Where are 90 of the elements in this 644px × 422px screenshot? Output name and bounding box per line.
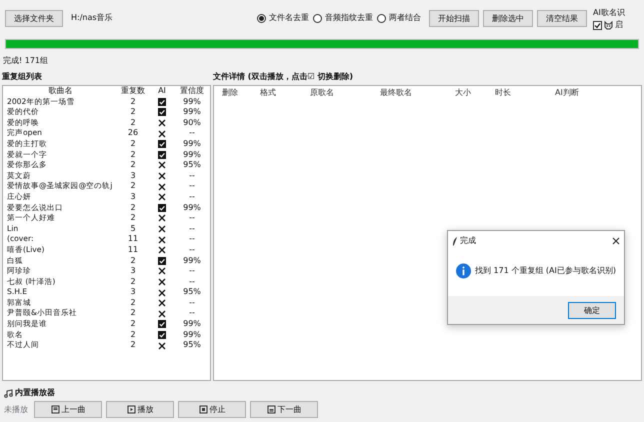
confidence-cell-text: 99%	[182, 319, 202, 330]
confidence-cell-text: --	[188, 244, 196, 256]
count-cell-text: 2	[129, 256, 137, 266]
confidence-cell-text: 90%	[182, 118, 202, 128]
column-header[interactable]: 歌曲名	[5, 86, 116, 97]
music-note-icon	[4, 388, 13, 398]
count-cell-text: 2	[129, 213, 137, 224]
column-header[interactable]: 置信度	[174, 86, 210, 97]
count-cell-text: 2	[129, 118, 137, 128]
close-icon[interactable]	[612, 237, 620, 245]
ok-button[interactable]: 确定	[568, 302, 616, 318]
start-scan-button[interactable]: 开始扫描	[429, 10, 479, 26]
column-header[interactable]: 删除	[222, 86, 260, 99]
status-text: 完成! 171组	[2, 55, 50, 67]
confidence-cell-text: --	[188, 224, 196, 234]
count-cell-text: 11	[126, 244, 140, 256]
column-header[interactable]: 最终歌名	[380, 86, 455, 99]
count-cell-text: 26	[126, 128, 140, 139]
column-header[interactable]: 重复数	[116, 86, 150, 97]
player-state: 未播放	[4, 404, 28, 416]
column-header[interactable]: 原歌名	[310, 86, 380, 99]
clear-results-button[interactable]: 清空结果	[537, 10, 587, 26]
confidence-cell-text: 99%	[182, 96, 202, 108]
play-button[interactable]: 播放	[106, 401, 174, 418]
delete-selected-button[interactable]: 删除选中	[483, 10, 533, 26]
mode-radio[interactable]: 音频指纹去重	[313, 12, 373, 24]
count-cell-text: 2	[129, 107, 137, 118]
column-header[interactable]: 格式	[260, 86, 310, 99]
dialog-title: 完成	[460, 235, 477, 247]
count-cell-text: 2	[129, 138, 137, 150]
count-cell-text: 5	[129, 224, 137, 234]
count-cell-text: 2	[129, 160, 137, 171]
prev-icon	[50, 405, 60, 414]
count-cell-text: 2	[129, 298, 137, 308]
count-cell-text: 3	[129, 170, 137, 182]
count-cell-text: 3	[129, 287, 137, 298]
confidence-cell-text: --	[188, 192, 196, 203]
count-cell-text: 3	[129, 192, 137, 203]
confidence-cell-text: --	[188, 234, 196, 245]
folder-path: H:/nas音乐	[71, 12, 114, 24]
confidence-cell-text: 99%	[182, 256, 202, 266]
confidence-cell-text: 99%	[182, 202, 202, 214]
confidence-cell-text: 95%	[182, 340, 202, 351]
count-cell-text: 3	[129, 266, 137, 277]
ai-group-title: AI歌名识	[593, 7, 625, 19]
mode-radio[interactable]: 两者结合	[377, 12, 421, 24]
count-cell-text: 2	[129, 96, 137, 108]
info-icon	[456, 263, 472, 279]
confidence-cell-text: --	[188, 266, 196, 277]
count-cell-text: 2	[129, 181, 137, 192]
confidence-cell-text: --	[188, 308, 196, 320]
count-cell-text: 2	[129, 276, 137, 288]
play-icon	[126, 405, 136, 414]
column-header[interactable]: 时长	[495, 86, 555, 99]
checkbox-label: 启	[615, 19, 623, 31]
panel-title: 文件详情 (双击播放，点击☑ 切换删除)	[213, 71, 354, 83]
player-title: 内置播放器	[15, 387, 55, 399]
confidence-cell-text: --	[188, 181, 196, 192]
confidence-cell-text: 99%	[182, 150, 202, 160]
feather-icon	[452, 236, 458, 246]
confidence-cell-text: --	[188, 170, 196, 182]
count-cell-text: 2	[129, 319, 137, 330]
count-cell-text: 2	[129, 340, 137, 351]
confidence-cell-text: 99%	[182, 138, 202, 150]
count-cell-text: 2	[129, 150, 137, 160]
stop-icon	[198, 405, 208, 414]
count-cell-text: 11	[126, 234, 140, 245]
mode-radio[interactable]: 文件名去重	[257, 12, 309, 24]
confidence-cell-text: 95%	[182, 287, 202, 298]
count-cell-text: 2	[129, 308, 137, 320]
confidence-cell-text: 99%	[182, 330, 202, 340]
column-header[interactable]: AI判断	[555, 86, 625, 99]
next-button[interactable]: 下一曲	[250, 401, 318, 418]
stop-button[interactable]: 停止	[178, 401, 246, 418]
column-header[interactable]: AI	[150, 86, 174, 97]
confidence-cell-text: --	[188, 276, 196, 288]
panel-title: 重复组列表	[2, 71, 43, 83]
confidence-cell-text: --	[188, 213, 196, 224]
column-header[interactable]: 大小	[455, 86, 495, 99]
confidence-cell-text: --	[188, 298, 196, 308]
previous-button[interactable]: 上一曲	[34, 401, 102, 418]
count-cell-text: 2	[129, 330, 137, 340]
dialog-message: 找到 171 个重复组 (AI已参与歌名识别)	[475, 265, 616, 277]
count-cell-text: 2	[129, 202, 137, 214]
confidence-cell-text: --	[188, 128, 196, 139]
next-icon	[266, 405, 276, 414]
checkbox[interactable]	[593, 20, 602, 30]
confidence-cell-text: 95%	[182, 160, 202, 171]
confidence-cell-text: 99%	[182, 107, 202, 118]
choose-folder-button[interactable]: 选择文件夹	[5, 10, 63, 26]
